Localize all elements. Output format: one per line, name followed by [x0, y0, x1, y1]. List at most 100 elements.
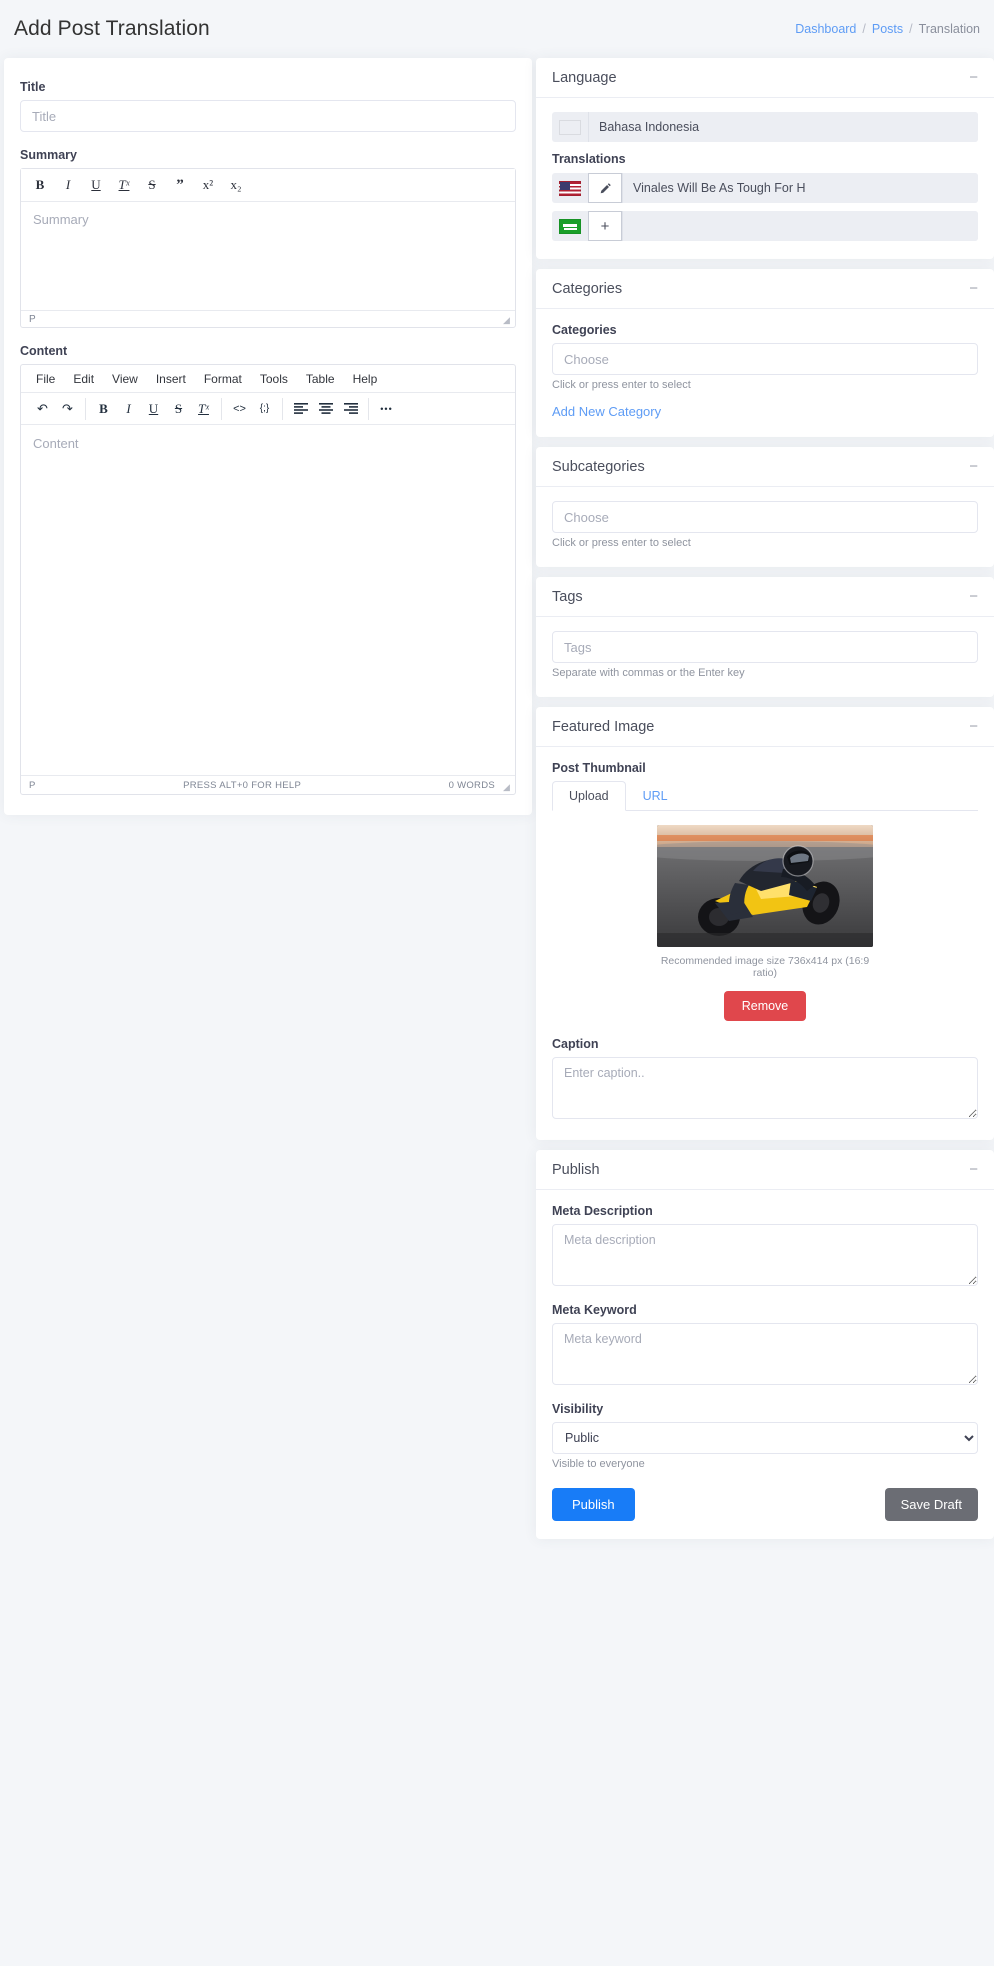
breadcrumb-separator: /: [862, 22, 866, 36]
translation-row: +: [552, 211, 978, 241]
collapse-icon[interactable]: −: [969, 281, 978, 296]
strikethrough-icon[interactable]: S: [166, 397, 191, 421]
language-panel-header: Language −: [536, 58, 994, 98]
current-language-name: Bahasa Indonesia: [588, 112, 978, 142]
code-group: <> {;}: [222, 397, 283, 421]
align-right-icon[interactable]: [338, 397, 363, 421]
content-element-path: P: [29, 779, 36, 791]
translation-row: Vinales Will Be As Tough For H: [552, 173, 978, 203]
caption-input[interactable]: [552, 1057, 978, 1119]
flag-united-states-icon: [559, 180, 581, 196]
breadcrumb-dashboard[interactable]: Dashboard: [795, 22, 856, 36]
page-header: Add Post Translation Dashboard / Posts /…: [0, 0, 994, 58]
publish-button[interactable]: Publish: [552, 1488, 635, 1521]
italic-icon[interactable]: I: [55, 173, 81, 197]
source-code-icon[interactable]: <>: [227, 397, 252, 421]
collapse-icon[interactable]: −: [969, 459, 978, 474]
title-label: Title: [20, 80, 46, 94]
collapse-icon[interactable]: −: [969, 1162, 978, 1177]
thumbnail-image: 5: [657, 825, 873, 947]
breadcrumb-separator: /: [909, 22, 913, 36]
menu-edit[interactable]: Edit: [64, 368, 103, 390]
menu-format[interactable]: Format: [195, 368, 251, 390]
thumbnail-source-tabs: Upload URL: [552, 781, 978, 811]
categories-select-input[interactable]: [552, 343, 978, 375]
history-group: ↶ ↷: [25, 397, 86, 421]
remove-format-icon[interactable]: Tˣ: [111, 173, 137, 197]
remove-image-button[interactable]: Remove: [723, 991, 807, 1021]
meta-description-input[interactable]: [552, 1224, 978, 1286]
tags-hint: Separate with commas or the Enter key: [552, 667, 745, 679]
publish-panel: Publish − Meta Description Meta Keyword …: [536, 1150, 994, 1539]
visibility-label: Visibility: [552, 1402, 604, 1416]
italic-icon[interactable]: I: [116, 397, 141, 421]
collapse-icon[interactable]: −: [969, 70, 978, 85]
content-statusbar: P PRESS ALT+0 FOR HELP 0 WORDS ◢: [21, 775, 515, 794]
language-panel: Language − Bahasa Indonesia Translations: [536, 58, 994, 259]
subcategories-hint: Click or press enter to select: [552, 537, 691, 549]
translation-title: [622, 211, 978, 241]
translations-label: Translations: [552, 152, 626, 166]
edit-translation-button[interactable]: [588, 173, 622, 203]
categories-panel-body: Categories Click or press enter to selec…: [536, 309, 994, 437]
categories-hint: Click or press enter to select: [552, 379, 691, 391]
content-input[interactable]: Content: [21, 425, 515, 775]
visibility-hint: Visible to everyone: [552, 1458, 645, 1470]
collapse-icon[interactable]: −: [969, 719, 978, 734]
meta-keyword-input[interactable]: [552, 1323, 978, 1385]
add-new-category-link[interactable]: Add New Category: [552, 404, 661, 419]
sidebar-column: Language − Bahasa Indonesia Translations: [536, 58, 994, 1549]
subcategories-panel-header: Subcategories −: [536, 447, 994, 487]
menu-view[interactable]: View: [103, 368, 147, 390]
tags-input[interactable]: [552, 631, 978, 663]
menu-table[interactable]: Table: [297, 368, 344, 390]
page-layout: Title Summary B I U Tˣ S ” x² x₂ Summary…: [0, 58, 994, 1549]
menu-tools[interactable]: Tools: [251, 368, 297, 390]
subcategories-select-input[interactable]: [552, 501, 978, 533]
menu-help[interactable]: Help: [344, 368, 387, 390]
undo-icon[interactable]: ↶: [30, 397, 55, 421]
breadcrumb-current: Translation: [918, 22, 980, 36]
remove-format-icon[interactable]: Tˣ: [191, 397, 216, 421]
post-thumbnail-label: Post Thumbnail: [552, 761, 646, 775]
categories-panel-title: Categories: [552, 280, 623, 297]
menu-file[interactable]: File: [27, 368, 64, 390]
bold-icon[interactable]: B: [91, 397, 116, 421]
align-center-icon[interactable]: [313, 397, 338, 421]
featured-image-panel-header: Featured Image −: [536, 707, 994, 747]
align-left-icon[interactable]: [288, 397, 313, 421]
title-input[interactable]: [20, 100, 516, 132]
superscript-icon[interactable]: x²: [195, 173, 221, 197]
flag-cell: [552, 112, 588, 142]
alignment-group: [283, 397, 369, 421]
underline-icon[interactable]: U: [141, 397, 166, 421]
subscript-icon[interactable]: x₂: [223, 173, 249, 197]
strikethrough-icon[interactable]: S: [139, 173, 165, 197]
page-title: Add Post Translation: [14, 17, 210, 40]
breadcrumb-posts[interactable]: Posts: [872, 22, 903, 36]
redo-icon[interactable]: ↷: [55, 397, 80, 421]
language-panel-body: Bahasa Indonesia Translations Vinales Wi…: [536, 98, 994, 259]
visibility-select[interactable]: Public Private: [552, 1422, 978, 1454]
save-draft-button[interactable]: Save Draft: [884, 1488, 978, 1521]
subcategories-panel: Subcategories − Click or press enter to …: [536, 447, 994, 567]
tab-url[interactable]: URL: [626, 781, 685, 811]
image-size-note: Recommended image size 736x414 px (16:9 …: [660, 955, 870, 979]
summary-input[interactable]: Summary: [21, 202, 515, 310]
code-sample-icon[interactable]: {;}: [252, 397, 277, 421]
tab-upload[interactable]: Upload: [552, 781, 626, 811]
collapse-icon[interactable]: −: [969, 589, 978, 604]
publish-panel-body: Meta Description Meta Keyword Visibility…: [536, 1190, 994, 1539]
featured-image-panel: Featured Image − Post Thumbnail Upload U…: [536, 707, 994, 1140]
summary-resize-handle[interactable]: ◢: [503, 316, 512, 325]
content-resize-handle[interactable]: ◢: [503, 783, 512, 792]
underline-icon[interactable]: U: [83, 173, 109, 197]
categories-panel-header: Categories −: [536, 269, 994, 309]
add-translation-button[interactable]: +: [588, 211, 622, 241]
blockquote-icon[interactable]: ”: [167, 173, 193, 197]
publish-panel-header: Publish −: [536, 1150, 994, 1190]
menu-insert[interactable]: Insert: [147, 368, 195, 390]
more-options-icon[interactable]: •••: [374, 397, 399, 421]
bold-icon[interactable]: B: [27, 173, 53, 197]
current-language-row: Bahasa Indonesia: [552, 112, 978, 142]
